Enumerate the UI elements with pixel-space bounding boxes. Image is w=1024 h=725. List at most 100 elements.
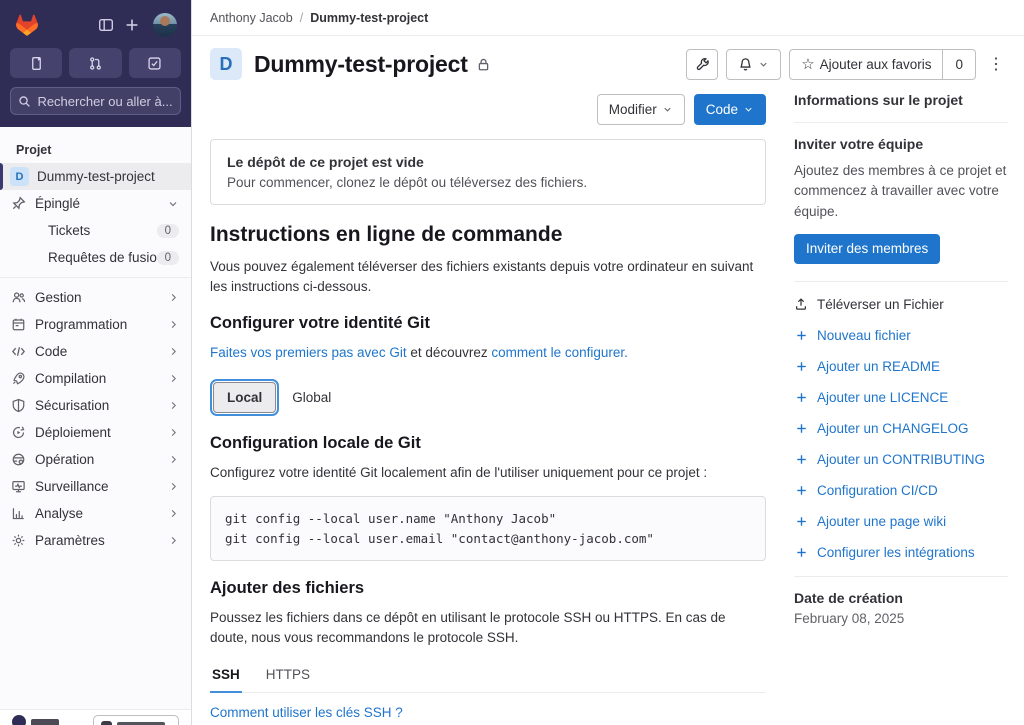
sidebar-item-programmation[interactable]: Programmation [0, 311, 191, 338]
empty-repo-notice: Le dépôt de ce projet est vide Pour comm… [210, 139, 766, 205]
code-dropdown-button[interactable]: Code [693, 94, 766, 125]
chevron-right-icon [168, 292, 179, 303]
add-changelog-link[interactable]: Ajouter un CHANGELOG [794, 421, 1008, 436]
breadcrumb-project-link[interactable]: Dummy-test-project [310, 11, 428, 25]
todo-shortcut-button[interactable] [128, 48, 181, 78]
aside-divider [794, 280, 1008, 282]
empty-repo-title: Le dépôt de ce projet est vide [227, 154, 424, 170]
breadcrumb: Anthony Jacob / Dummy-test-project [210, 11, 428, 25]
cicd-configuration-link[interactable]: Configuration CI/CD [794, 483, 1008, 498]
search-input[interactable]: Rechercher ou aller à... [10, 87, 181, 115]
created-date-value: February 08, 2025 [794, 610, 905, 626]
sidebar-footer [0, 709, 191, 725]
merge-requests-shortcut-button[interactable] [69, 48, 122, 78]
sidebar-item-securisation[interactable]: Sécurisation [0, 392, 191, 419]
plus-icon [794, 422, 808, 435]
sidebar-item-pinned[interactable]: Épinglé [0, 190, 191, 217]
sidebar-item-tickets[interactable]: Tickets 0 [0, 217, 191, 244]
plus-icon [794, 329, 808, 342]
favorites-split-button: ☆ Ajouter aux favoris 0 [789, 48, 976, 80]
admin-wrench-button[interactable] [686, 48, 719, 80]
plus-icon [794, 391, 808, 404]
chevron-right-icon [168, 319, 179, 330]
code-label: Code [705, 102, 738, 117]
invite-team-title: Inviter votre équipe [794, 136, 924, 152]
add-contributing-link[interactable]: Ajouter un CONTRIBUTING [794, 452, 1008, 467]
notifications-button[interactable] [726, 48, 782, 80]
sidebar-toggle-icon[interactable] [93, 12, 119, 38]
ssh-keys-help-link[interactable]: Comment utiliser les clés SSH ? [210, 705, 403, 720]
favorites-count-button[interactable]: 0 [943, 48, 976, 80]
sidebar-item-deploiement[interactable]: Déploiement [0, 419, 191, 446]
sidebar-item-compilation[interactable]: Compilation [0, 365, 191, 392]
sidebar-item-analyse[interactable]: Analyse [0, 500, 191, 527]
plus-icon [794, 546, 808, 559]
favorites-label: Ajouter aux favoris [819, 56, 932, 72]
add-to-favorites-button[interactable]: ☆ Ajouter aux favoris [789, 48, 944, 80]
add-readme-link[interactable]: Ajouter un README [794, 359, 1008, 374]
lock-icon [476, 57, 491, 72]
wrench-icon [696, 57, 709, 70]
tab-ssh[interactable]: SSH [210, 661, 242, 694]
sidebar-item-gestion[interactable]: Gestion [0, 284, 191, 311]
sidebar-section-label: Projet [16, 143, 52, 157]
tickets-count-badge: 0 [156, 223, 179, 238]
git-first-steps-link[interactable]: Faites vos premiers pas avec Git [210, 345, 407, 360]
sidebar-item-merge-requests[interactable]: Requêtes de fusion 0 [0, 244, 191, 271]
main-column: Modifier Code Le dépôt de ce projet est … [209, 90, 766, 725]
sidebar-item-parametres[interactable]: Paramètres [0, 527, 191, 554]
sidebar-top-dark: Rechercher ou aller à... [0, 0, 191, 127]
project-title-avatar: D [210, 48, 242, 80]
tab-global[interactable]: Global [292, 390, 331, 405]
protocol-tabs: SSH HTTPS [210, 661, 766, 694]
identity-links: Faites vos premiers pas avec Git et déco… [210, 343, 766, 363]
sidebar-item-code[interactable]: Code [0, 338, 191, 365]
help-button[interactable] [12, 715, 59, 725]
chevron-right-icon [168, 508, 179, 519]
local-config-desc: Configurez votre identité Git localement… [210, 464, 708, 480]
tab-https[interactable]: HTTPS [264, 661, 312, 692]
sidebar-item-operation[interactable]: Opération [0, 446, 191, 473]
sidebar-divider [0, 277, 191, 278]
edit-dropdown-button[interactable]: Modifier [596, 94, 685, 125]
breadcrumb-user-link[interactable]: Anthony Jacob [210, 11, 293, 25]
tab-local[interactable]: Local [209, 378, 280, 416]
upload-file-link[interactable]: Téléverser un Fichier [794, 297, 1008, 312]
tickets-label: Tickets [48, 223, 91, 238]
breadcrumb-separator: / [299, 10, 304, 25]
main-area: Anthony Jacob / Dummy-test-project D Dum… [192, 0, 1024, 725]
plus-icon [794, 360, 808, 373]
add-licence-link[interactable]: Ajouter une LICENCE [794, 390, 1008, 405]
user-avatar[interactable] [153, 13, 177, 37]
plus-icon [794, 484, 808, 497]
add-wiki-page-link[interactable]: Ajouter une page wiki [794, 514, 1008, 529]
chevron-right-icon [168, 373, 179, 384]
issues-shortcut-button[interactable] [10, 48, 63, 78]
aside-info-title[interactable]: Informations sur le projet [794, 92, 1008, 108]
edit-label: Modifier [608, 102, 657, 117]
code-icon [10, 344, 26, 359]
project-info-aside: Informations sur le projet Inviter votre… [794, 90, 1008, 725]
configure-integrations-link[interactable]: Configurer les intégrations [794, 545, 1008, 560]
calendar-icon [10, 317, 26, 332]
deploy-icon [10, 425, 26, 440]
git-config-code-block[interactable]: git config --local user.name "Anthony Ja… [210, 496, 766, 561]
new-file-link[interactable]: Nouveau fichier [794, 328, 1008, 343]
kebab-menu-icon[interactable]: ⋮ [984, 49, 1008, 80]
gitlab-logo[interactable] [14, 13, 40, 38]
star-icon: ☆ [801, 55, 815, 73]
left-sidebar: Rechercher ou aller à... Projet D Dummy-… [0, 0, 192, 725]
aside-divider [794, 575, 1008, 577]
create-new-icon[interactable] [119, 12, 145, 38]
chevron-right-icon [168, 454, 179, 465]
admin-area-button[interactable] [93, 715, 179, 725]
plus-icon [794, 515, 808, 528]
sidebar-item-surveillance[interactable]: Surveillance [0, 473, 191, 500]
gear-icon [10, 533, 26, 548]
page-body: D Dummy-test-project ☆ Ajouter aux favor… [192, 36, 1024, 725]
monitor-icon [10, 479, 26, 494]
git-configure-link[interactable]: comment le configurer. [491, 345, 628, 360]
invite-members-button[interactable]: Inviter des membres [794, 233, 941, 264]
sidebar-item-project[interactable]: D Dummy-test-project [0, 163, 191, 190]
add-files-heading: Ajouter des fichiers [210, 579, 365, 597]
